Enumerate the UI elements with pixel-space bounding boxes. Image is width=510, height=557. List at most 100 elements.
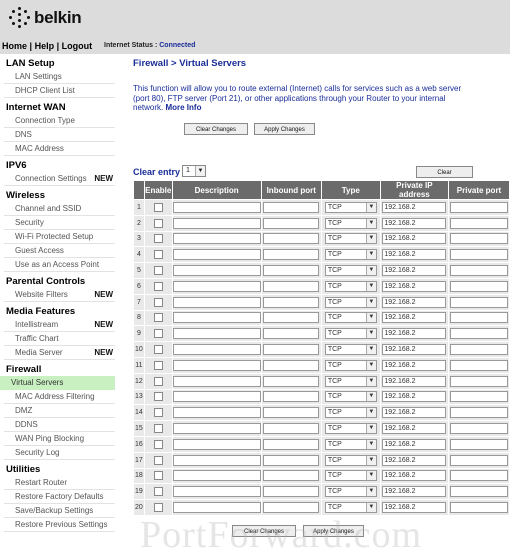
private-port-input[interactable] — [450, 359, 508, 371]
enable-checkbox[interactable] — [153, 266, 163, 276]
enable-checkbox[interactable] — [153, 313, 163, 323]
sidebar-item-restore-previous-settings[interactable]: Restore Previous Settings — [4, 518, 115, 532]
private-ip-input[interactable]: 192.168.2 — [382, 217, 447, 229]
inbound-port-input[interactable] — [263, 502, 320, 514]
sidebar-item-connection-type[interactable]: Connection Type — [4, 114, 115, 128]
protocol-select[interactable]: TCP ▼ — [324, 312, 377, 324]
protocol-select[interactable]: TCP ▼ — [324, 454, 377, 466]
sidebar-item-security[interactable]: Security — [4, 216, 115, 230]
private-port-input[interactable] — [450, 375, 508, 387]
private-ip-input[interactable]: 192.168.2 — [382, 454, 447, 466]
description-input[interactable] — [172, 375, 261, 387]
enable-checkbox[interactable] — [153, 455, 163, 465]
private-port-input[interactable] — [450, 280, 508, 292]
private-ip-input[interactable]: 192.168.2 — [382, 470, 447, 482]
more-info-link[interactable]: More Info — [165, 103, 201, 112]
enable-checkbox[interactable] — [153, 392, 163, 402]
clear-entry-select[interactable]: 1 ▼ — [182, 165, 206, 177]
sidebar-item-use-as-an-access-point[interactable]: Use as an Access Point — [4, 258, 115, 272]
enable-checkbox[interactable] — [153, 345, 163, 355]
home-link[interactable]: Home — [2, 41, 27, 51]
clear-entry-button[interactable]: Clear — [416, 166, 473, 178]
inbound-port-input[interactable] — [263, 312, 320, 324]
enable-checkbox[interactable] — [153, 503, 163, 513]
sidebar-item-restart-router[interactable]: Restart Router — [4, 476, 115, 490]
protocol-select[interactable]: TCP ▼ — [324, 486, 377, 498]
private-ip-input[interactable]: 192.168.2 — [382, 502, 447, 514]
private-ip-input[interactable]: 192.168.2 — [382, 201, 447, 213]
enable-checkbox[interactable] — [153, 471, 163, 481]
description-input[interactable] — [172, 280, 261, 292]
private-port-input[interactable] — [450, 454, 508, 466]
inbound-port-input[interactable] — [263, 391, 320, 403]
sidebar-item-dmz[interactable]: DMZ — [4, 404, 115, 418]
inbound-port-input[interactable] — [263, 296, 320, 308]
private-port-input[interactable] — [450, 249, 508, 261]
belkin-logo[interactable]: belkin — [8, 6, 82, 30]
description-input[interactable] — [172, 265, 261, 277]
description-input[interactable] — [172, 296, 261, 308]
inbound-port-input[interactable] — [263, 344, 320, 356]
private-ip-input[interactable]: 192.168.2 — [382, 407, 447, 419]
description-input[interactable] — [172, 312, 261, 324]
protocol-select[interactable]: TCP ▼ — [324, 201, 377, 213]
enable-checkbox[interactable] — [153, 487, 163, 497]
description-input[interactable] — [172, 423, 261, 435]
description-input[interactable] — [172, 502, 261, 514]
sidebar-item-save-backup-settings[interactable]: Save/Backup Settings — [4, 504, 115, 518]
description-input[interactable] — [172, 359, 261, 371]
description-input[interactable] — [172, 233, 261, 245]
description-input[interactable] — [172, 407, 261, 419]
private-port-input[interactable] — [450, 312, 508, 324]
protocol-select[interactable]: TCP ▼ — [324, 470, 377, 482]
protocol-select[interactable]: TCP ▼ — [324, 328, 377, 340]
description-input[interactable] — [172, 454, 261, 466]
clear-changes-button-bottom[interactable]: Clear Changes — [232, 525, 296, 537]
inbound-port-input[interactable] — [263, 407, 320, 419]
description-input[interactable] — [172, 438, 261, 450]
private-ip-input[interactable]: 192.168.2 — [382, 312, 447, 324]
private-port-input[interactable] — [450, 391, 508, 403]
sidebar-item-intellistream[interactable]: Intellistream NEW — [4, 318, 115, 332]
protocol-select[interactable]: TCP ▼ — [324, 423, 377, 435]
sidebar-item-media-server[interactable]: Media Server NEW — [4, 346, 115, 360]
private-ip-input[interactable]: 192.168.2 — [382, 391, 447, 403]
description-input[interactable] — [172, 470, 261, 482]
private-ip-input[interactable]: 192.168.2 — [382, 328, 447, 340]
inbound-port-input[interactable] — [263, 201, 320, 213]
sidebar-item-virtual-servers[interactable]: Virtual Servers — [0, 376, 115, 390]
enable-checkbox[interactable] — [153, 408, 163, 418]
description-input[interactable] — [172, 344, 261, 356]
sidebar-item-ddns[interactable]: DDNS — [4, 418, 115, 432]
enable-checkbox[interactable] — [153, 250, 163, 260]
inbound-port-input[interactable] — [263, 454, 320, 466]
private-port-input[interactable] — [450, 328, 508, 340]
enable-checkbox[interactable] — [153, 424, 163, 434]
description-input[interactable] — [172, 486, 261, 498]
enable-checkbox[interactable] — [153, 439, 163, 449]
enable-checkbox[interactable] — [153, 202, 163, 212]
sidebar-item-wan-ping-blocking[interactable]: WAN Ping Blocking — [4, 432, 115, 446]
apply-changes-button-top[interactable]: Apply Changes — [254, 123, 315, 135]
inbound-port-input[interactable] — [263, 486, 320, 498]
private-ip-input[interactable]: 192.168.2 — [382, 359, 447, 371]
sidebar-item-security-log[interactable]: Security Log — [4, 446, 115, 460]
private-port-input[interactable] — [450, 438, 508, 450]
inbound-port-input[interactable] — [263, 280, 320, 292]
sidebar-item-dns[interactable]: DNS — [4, 128, 115, 142]
private-port-input[interactable] — [450, 423, 508, 435]
sidebar-item-connection-settings[interactable]: Connection Settings NEW — [4, 172, 115, 186]
private-port-input[interactable] — [450, 344, 508, 356]
clear-changes-button-top[interactable]: Clear Changes — [184, 123, 248, 135]
sidebar-item-mac-address-filtering[interactable]: MAC Address Filtering — [4, 390, 115, 404]
sidebar-item-website-filters[interactable]: Website Filters NEW — [4, 288, 115, 302]
apply-changes-button-bottom[interactable]: Apply Changes — [303, 525, 364, 537]
protocol-select[interactable]: TCP ▼ — [324, 233, 377, 245]
protocol-select[interactable]: TCP ▼ — [324, 296, 377, 308]
protocol-select[interactable]: TCP ▼ — [324, 249, 377, 261]
sidebar-item-channel-and-ssid[interactable]: Channel and SSID — [4, 202, 115, 216]
logout-link[interactable]: Logout — [62, 41, 93, 51]
description-input[interactable] — [172, 391, 261, 403]
private-port-input[interactable] — [450, 201, 508, 213]
inbound-port-input[interactable] — [263, 217, 320, 229]
